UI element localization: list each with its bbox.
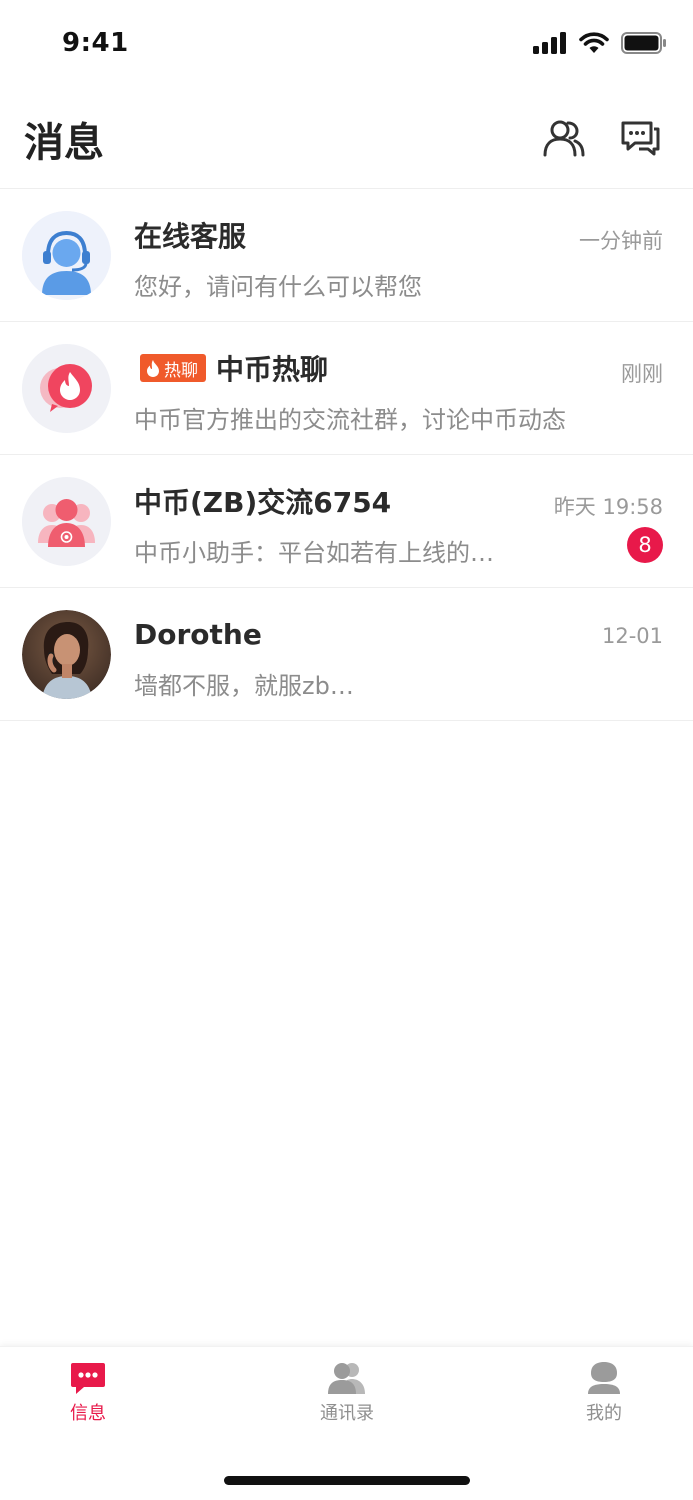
avatar [22,477,111,566]
tab-profile[interactable]: 我的 [544,1361,664,1433]
tab-label: 信息 [70,1403,106,1424]
conversation-item-customer-service[interactable]: 在线客服 一分钟前 您好，请问有什么可以帮您 [0,189,693,322]
group-chat-icon [22,477,111,566]
flame-icon [147,359,159,377]
conversation-name: Dorothe [134,617,262,651]
conversation-item-hot-chat[interactable]: 热聊 中币热聊 刚刚 中币官方推出的交流社群，讨论中币动态 [0,322,693,455]
conversation-preview: 中币小助手：平台如若有上线的… [134,539,494,567]
avatar [22,610,111,699]
hot-chat-icon [22,344,111,433]
hot-tag: 热聊 [140,354,206,382]
avatar [22,211,111,300]
status-bar: 9:41 [0,0,693,88]
conversation-name-row: 中币(ZB)交流6754 [134,483,391,519]
conversation-list: 在线客服 一分钟前 您好，请问有什么可以帮您 热聊 中币热聊 刚刚 中币官方推出… [0,189,693,721]
conversation-name: 在线客服 [134,220,247,253]
conversation-name: 中币热聊 [216,353,329,386]
conversation-time: 12-01 [601,624,663,648]
conversation-name-row: 在线客服 [134,217,246,253]
contacts-icon [328,1363,365,1394]
user-photo-icon [22,610,111,699]
status-time: 9:41 [62,28,129,58]
home-indicator[interactable] [224,1476,470,1485]
conversation-preview: 中币官方推出的交流社群，讨论中币动态 [134,406,566,434]
conversation-item-dorothe[interactable]: Dorothe 12-01 墙都不服，就服zb… [0,588,693,721]
contacts-button[interactable] [540,114,588,162]
page-title: 消息 [24,120,104,166]
conversation-time: 一分钟前 [579,229,663,253]
tab-contacts[interactable]: 通讯录 [287,1361,407,1433]
tab-label: 通讯录 [320,1403,374,1424]
profile-icon [588,1362,620,1394]
battery-icon [621,32,666,54]
contacts-icon [543,120,585,157]
tab-label: 我的 [586,1403,622,1424]
conversation-preview: 您好，请问有什么可以帮您 [134,273,422,301]
conversation-item-group-chat[interactable]: 中币(ZB)交流6754 昨天 19:58 中币小助手：平台如若有上线的… 8 [0,455,693,588]
conversation-time: 刚刚 [621,362,663,386]
conversation-name-row: Dorothe [134,616,262,652]
customer-service-icon [22,211,111,300]
hot-tag-label: 热聊 [164,360,198,381]
conversation-preview: 墙都不服，就服zb… [134,672,354,700]
status-icons [533,30,667,56]
unread-badge: 8 [627,527,663,563]
message-icon [71,1363,105,1394]
new-chat-button[interactable] [616,114,664,162]
conversation-name: 中币(ZB)交流6754 [134,486,392,519]
conversation-time: 昨天 19:58 [553,495,663,519]
tab-messages[interactable]: 信息 [28,1361,148,1433]
wifi-icon [579,32,609,53]
conversation-name-row: 热聊 中币热聊 [134,350,328,386]
page-header: 消息 [0,100,693,188]
chat-bubble-icon [621,121,660,156]
avatar [22,344,111,433]
signal-icon [533,32,566,54]
